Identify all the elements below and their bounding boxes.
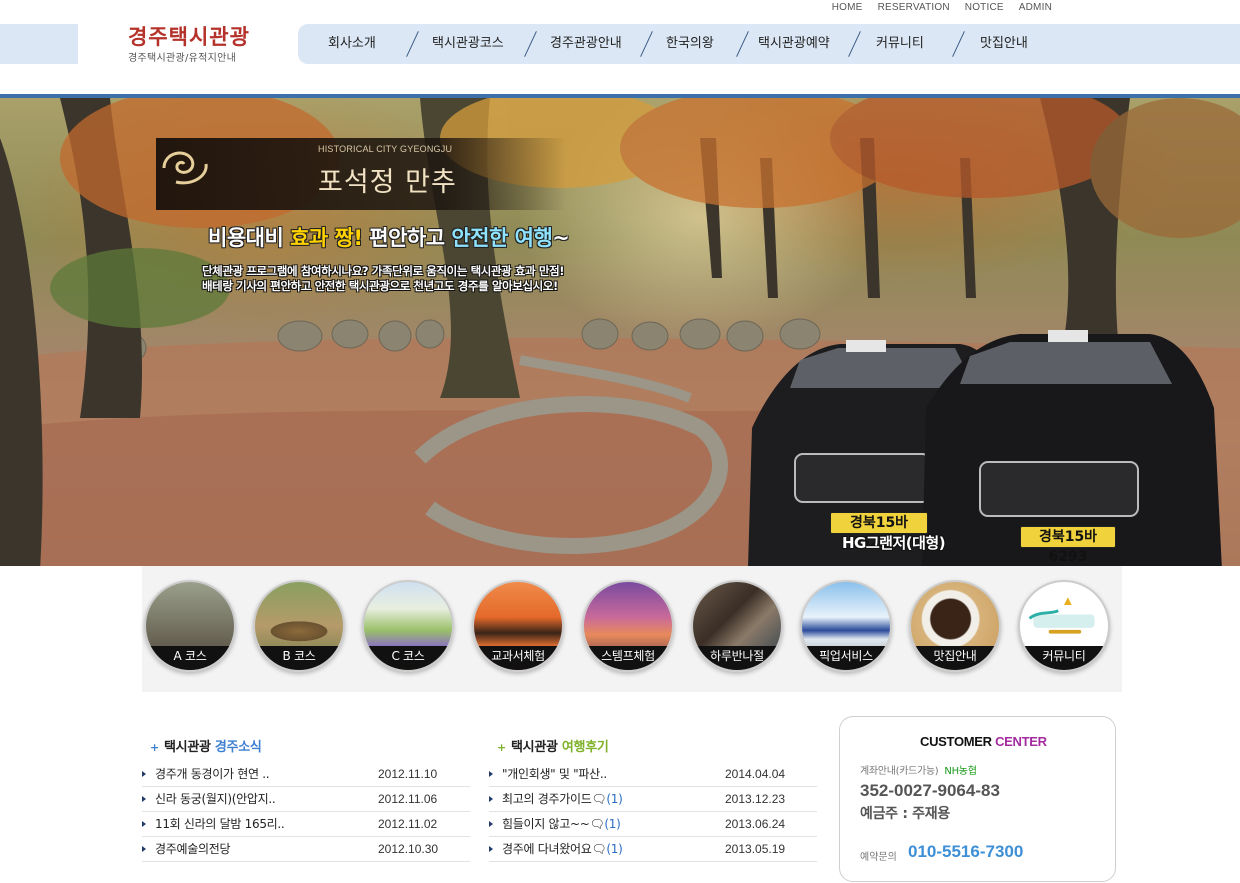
section-heading: + 택시관광 경주소식 <box>150 740 262 755</box>
list-item[interactable]: 11회 신라의 달밤 165리.. 2012.11.02 <box>142 812 470 837</box>
nav-restaurants[interactable]: 맛집안내 <box>980 24 1028 64</box>
account-number: 352-0027-9064-83 <box>860 781 1000 800</box>
bullet-icon <box>142 796 146 802</box>
nav-divider <box>736 31 749 57</box>
hero-banner-subtitle: HISTORICAL CITY GYEONGJU <box>318 144 453 154</box>
bullet-icon <box>489 796 493 802</box>
utility-links: HOME RESERVATION NOTICE ADMIN <box>832 2 1052 13</box>
hero-car-caption: HG그랜저(대형) <box>842 534 946 552</box>
admin-link[interactable]: ADMIN <box>1019 2 1052 13</box>
nav-divider <box>952 31 965 57</box>
list-item[interactable]: 신라 동궁(월지)(안압지.. 2012.11.06 <box>142 787 470 812</box>
nav-divider <box>406 31 419 57</box>
account-info: 계좌안내(카드가능) NH농협 <box>860 766 977 777</box>
bullet-icon <box>489 821 493 827</box>
customer-center-title: CUSTOMER CENTER <box>920 734 1047 749</box>
quick-menu-a-course[interactable]: A 코스 <box>144 580 236 672</box>
quick-menu-restaurant[interactable]: 맛집안내 <box>909 580 1001 672</box>
quick-menu-community[interactable]: 커뮤니티 <box>1018 580 1110 672</box>
hero-banner: HISTORICAL CITY GYEONGJU 포석정 만추 비용대비 효과 … <box>0 94 1240 566</box>
quick-menu-half-day[interactable]: 하루반나절 <box>691 580 783 672</box>
list-item[interactable]: 힘들이지 않고~~🗨(1) 2013.06.24 <box>489 812 817 837</box>
nav-divider <box>640 31 653 57</box>
hero-tagline: 비용대비 효과 짱! 편안하고 안전한 여행~ <box>208 226 570 250</box>
section-heading: + 택시관광 여행후기 <box>497 740 609 755</box>
hero-banner-title: 포석정 만추 <box>318 167 457 198</box>
list-item[interactable]: 경주예술의전당 2012.10.30 <box>142 837 470 862</box>
customer-center-box: CUSTOMER CENTER 계좌안내(카드가능) NH농협 352-0027-… <box>839 716 1116 882</box>
license-plate: 경북15바 6293 <box>1020 526 1116 565</box>
quick-menu-pickup-service[interactable]: 픽업서비스 <box>800 580 892 672</box>
license-plate: 경북15바 6293 <box>830 512 928 551</box>
home-link[interactable]: HOME <box>832 2 863 13</box>
nav-divider <box>848 31 861 57</box>
main-nav: 회사소개 택시관광코스 경주관광안내 한국의왕 택시관광예약 커뮤니티 맛집안내 <box>298 24 1240 64</box>
page: HOME RESERVATION NOTICE ADMIN 경주택시관광 경주택… <box>0 0 1240 883</box>
news-section-reviews: + 택시관광 여행후기 "개인회생" 및 "파산.. 2014.04.04 최고의 … <box>489 736 817 862</box>
header-band-left <box>0 24 78 64</box>
nav-community[interactable]: 커뮤니티 <box>876 24 924 64</box>
notice-link[interactable]: NOTICE <box>965 2 1004 13</box>
bullet-icon <box>489 771 493 777</box>
quick-menu-textbook-tour[interactable]: 교과서체험 <box>472 580 564 672</box>
logo-subtitle: 경주택시관광/유적지안내 <box>128 53 237 64</box>
quick-menu: A 코스 B 코스 C 코스 교과서체험 스템프체험 하루반나절 픽업서비스 맛… <box>142 566 1122 692</box>
hero-title-banner: HISTORICAL CITY GYEONGJU 포석정 만추 <box>156 138 566 210</box>
swirl-emblem-icon <box>162 151 208 185</box>
nav-divider <box>524 31 537 57</box>
hero-description: 단체관광 프로그램에 참여하시나요? 가족단위로 움직이는 택시관광 효과 만점… <box>202 264 565 293</box>
account-owner: 예금주 : 주재용 <box>860 806 950 822</box>
news-section-gyeongju: + 택시관광 경주소식 경주개 동경이가 현연 .. 2012.11.10 신라 동… <box>142 736 470 862</box>
list-item[interactable]: 경주개 동경이가 현연 .. 2012.11.10 <box>142 762 470 787</box>
reservation-phone[interactable]: 010-5516-7300 <box>908 842 1023 862</box>
reservation-link[interactable]: RESERVATION <box>878 2 950 13</box>
bullet-icon <box>142 771 146 777</box>
list-item[interactable]: "개인회생" 및 "파산.. 2014.04.04 <box>489 762 817 787</box>
list-item[interactable]: 경주에 다녀왔어요🗨(1) 2013.05.19 <box>489 837 817 862</box>
plus-icon: + <box>150 741 159 754</box>
list-item[interactable]: 최고의 경주가이드🗨(1) 2013.12.23 <box>489 787 817 812</box>
nav-taxi-course[interactable]: 택시관광코스 <box>432 24 504 64</box>
plus-icon: + <box>497 741 506 754</box>
quick-menu-stamp-tour[interactable]: 스템프체험 <box>582 580 674 672</box>
nav-company[interactable]: 회사소개 <box>328 24 376 64</box>
bullet-icon <box>142 846 146 852</box>
logo-title: 경주택시관광 <box>128 25 250 49</box>
reservation-label: 예약문의 <box>860 852 897 863</box>
site-logo[interactable]: 경주택시관광 경주택시관광/유적지안내 <box>128 24 250 64</box>
nav-tour-info[interactable]: 경주관광안내 <box>550 24 622 64</box>
bullet-icon <box>142 821 146 827</box>
quick-menu-c-course[interactable]: C 코스 <box>362 580 454 672</box>
nav-reservation[interactable]: 택시관광예약 <box>758 24 830 64</box>
quick-menu-b-course[interactable]: B 코스 <box>253 580 345 672</box>
bullet-icon <box>489 846 493 852</box>
nav-korean-kings[interactable]: 한국의왕 <box>666 24 714 64</box>
